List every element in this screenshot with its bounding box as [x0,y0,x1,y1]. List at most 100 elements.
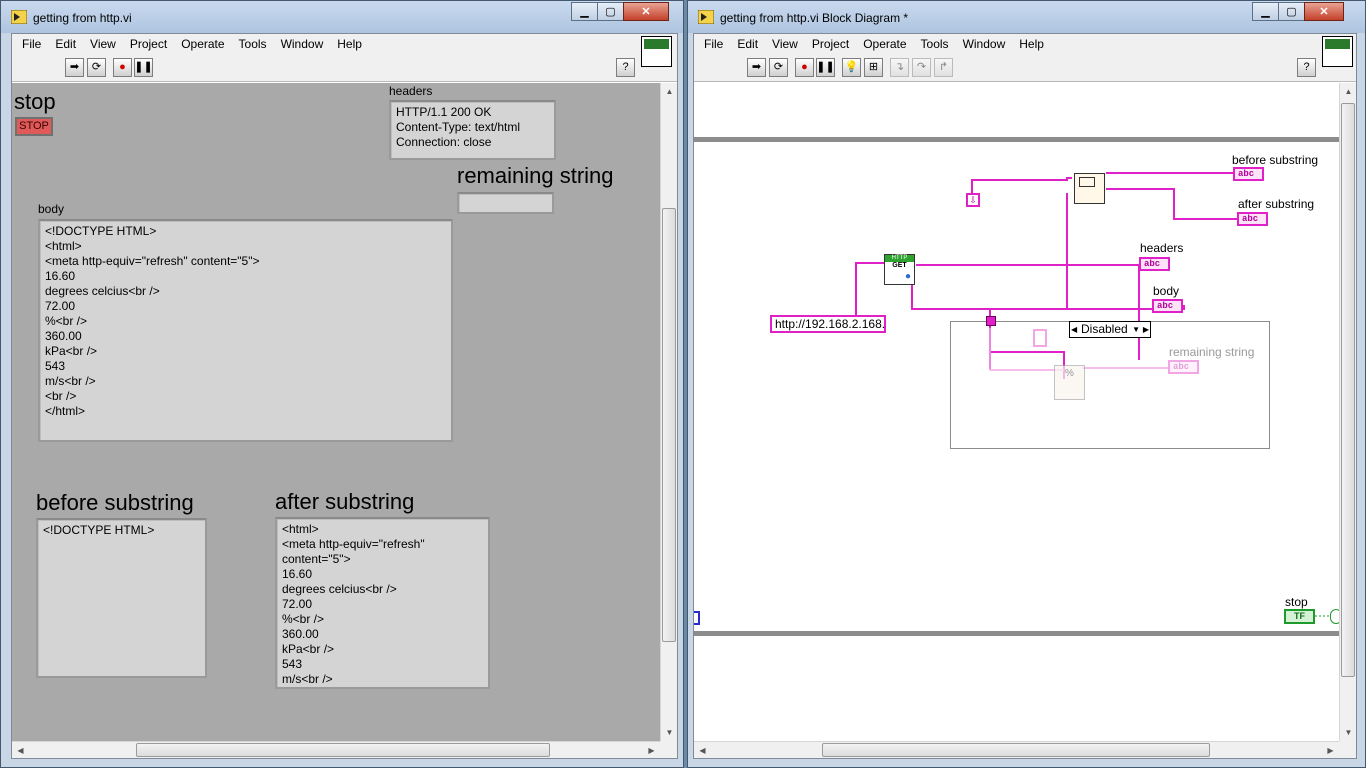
run-arrow-icon: ➡ [751,61,762,73]
diagram-scroll-up-button[interactable]: ▲ [1340,83,1356,100]
diagram-menu-help[interactable]: Help [1012,34,1051,56]
match-pattern-node[interactable] [1074,173,1105,204]
diagram-after-substring-label: after substring [1238,197,1315,211]
diagram-close-button[interactable]: ✕ [1304,2,1344,21]
maximize-button[interactable]: ▢ [597,2,624,21]
diagram-scroll-right-button[interactable]: ▶ [1322,742,1339,758]
scroll-right-button[interactable]: ▶ [643,742,660,758]
block-diagram-client: File Edit View Project Operate Tools Win… [693,33,1357,759]
front-panel-vertical-scrollbar[interactable]: ▲ ▼ [660,83,677,741]
front-panel-titlebar[interactable]: getting from http.vi ▁ ▢ ✕ [1,1,683,33]
pause-icon: ❚❚ [816,61,835,73]
minimize-icon: ▁ [580,6,589,18]
maximize-icon: ▢ [1286,6,1297,18]
stop-button[interactable]: STOP [15,117,53,136]
pause-button[interactable]: ❚❚ [134,58,153,77]
run-button[interactable]: ➡ [65,58,84,77]
diagram-disable-structure[interactable] [950,321,1270,449]
step-into-icon: ↴ [894,61,905,73]
menu-view[interactable]: View [83,34,123,56]
diagram-menu-window[interactable]: Window [956,34,1013,56]
help-icon: ? [1303,61,1310,73]
match-pattern-icon [1079,177,1095,187]
highlight-execution-button[interactable]: 💡 [842,58,861,77]
diagram-menu-operate[interactable]: Operate [856,34,913,56]
menu-project[interactable]: Project [123,34,174,56]
front-panel-client: File Edit View Project Operate Tools Win… [11,33,678,759]
stop-boolean-terminal[interactable]: TF [1284,609,1315,624]
diagram-maximize-button[interactable]: ▢ [1278,2,1305,21]
diagram-menu-project[interactable]: Project [805,34,856,56]
headers-label: headers [389,84,433,98]
diagram-remaining-string-label: remaining string [1169,345,1255,359]
url-string-constant[interactable]: http://192.168.2.168. [770,315,886,333]
retain-wire-values-icon: ⊞ [868,61,879,73]
help-button[interactable]: ? [616,58,635,77]
stop-label: stop [14,89,56,114]
diagram-abort-button[interactable]: ● [795,58,814,77]
diagram-pause-button[interactable]: ❚❚ [816,58,835,77]
menu-tools[interactable]: Tools [232,34,274,56]
diagram-run-button[interactable]: ➡ [747,58,766,77]
chevron-left-icon: ◀ [17,746,24,755]
step-into-button[interactable]: ↴ [890,58,909,77]
case-selector[interactable]: ◀ Disabled ▼ ▶ [1069,321,1151,338]
scroll-up-button[interactable]: ▲ [661,83,677,100]
diagram-horizontal-scrollbar[interactable]: ◀ ▶ [694,741,1339,758]
diagram-minimize-button[interactable]: ▁ [1252,2,1279,21]
block-diagram-titlebar[interactable]: getting from http.vi Block Diagram * ▁ ▢… [688,1,1365,33]
highlight-execution-icon: 💡 [844,61,859,73]
step-out-button[interactable]: ↱ [934,58,953,77]
run-arrow-icon: ➡ [69,61,80,73]
globe-icon: ● [904,271,911,282]
chevron-down-icon: ▼ [1344,728,1353,737]
retain-wire-values-button[interactable]: ⊞ [864,58,883,77]
diagram-menu-view[interactable]: View [765,34,805,56]
menu-help[interactable]: Help [330,34,369,56]
diagram-menu-tools[interactable]: Tools [914,34,956,56]
tunnel [986,316,996,326]
abort-button[interactable]: ● [113,58,132,77]
menu-edit[interactable]: Edit [48,34,83,56]
loop-condition-terminal[interactable] [1330,609,1339,624]
diagram-vertical-scroll-thumb[interactable] [1341,103,1355,677]
diagram-menu-edit[interactable]: Edit [730,34,765,56]
before-substring-terminal[interactable]: abc [1233,167,1264,181]
headers-terminal[interactable]: abc [1139,257,1170,271]
diagram-vertical-scrollbar[interactable]: ▲ ▼ [1339,83,1356,741]
diagram-scroll-down-button[interactable]: ▼ [1340,724,1356,741]
horizontal-scroll-thumb[interactable] [136,743,550,757]
diagram-vi-icon[interactable] [1322,36,1353,67]
match-string-constant[interactable]: ⇩ [966,193,980,207]
diagram-run-continuously-button[interactable]: ⟳ [769,58,788,77]
size-grip[interactable] [660,741,677,758]
block-diagram-window: getting from http.vi Block Diagram * ▁ ▢… [687,0,1366,768]
run-continuously-button[interactable]: ⟳ [87,58,106,77]
menu-window[interactable]: Window [274,34,331,56]
diagram-help-button[interactable]: ? [1297,58,1316,77]
diagram-horizontal-scroll-thumb[interactable] [822,743,1210,757]
abort-icon: ● [119,61,126,73]
close-icon: ✕ [641,6,651,18]
diagram-menu-file[interactable]: File [697,34,730,56]
close-button[interactable]: ✕ [623,2,669,21]
http-node-header: HTTP [885,255,914,262]
menu-operate[interactable]: Operate [174,34,231,56]
body-terminal[interactable]: abc [1152,299,1183,313]
after-substring-label: after substring [275,489,415,514]
vi-icon[interactable] [641,36,672,67]
vertical-scroll-thumb[interactable] [662,208,676,642]
scroll-left-button[interactable]: ◀ [12,742,29,758]
chevron-down-icon: ▼ [665,728,674,737]
after-substring-terminal[interactable]: abc [1237,212,1268,226]
scroll-down-button[interactable]: ▼ [661,724,677,741]
chevron-right-icon: ▶ [1327,746,1334,755]
step-over-button[interactable]: ↷ [912,58,931,77]
diagram-size-grip[interactable] [1339,741,1356,758]
front-panel-horizontal-scrollbar[interactable]: ◀ ▶ [12,741,660,758]
http-get-node[interactable]: HTTP GET ● [884,254,915,285]
minimize-button[interactable]: ▁ [571,2,598,21]
block-diagram-title: getting from http.vi Block Diagram * [720,11,909,25]
menu-file[interactable]: File [15,34,48,56]
diagram-scroll-left-button[interactable]: ◀ [694,742,711,758]
